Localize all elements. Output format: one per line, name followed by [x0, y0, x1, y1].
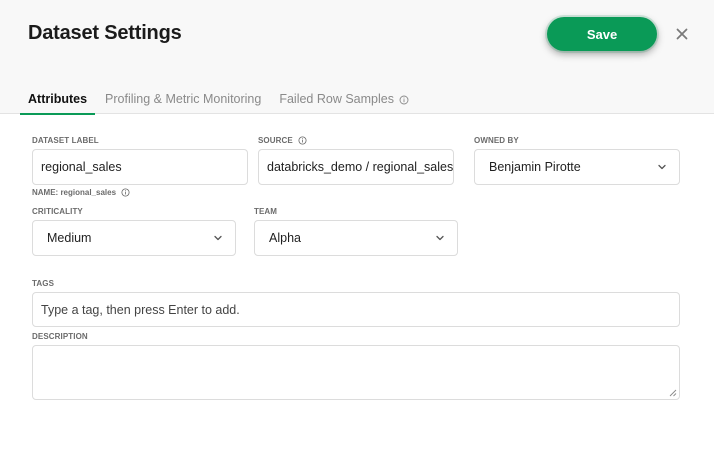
tags-placeholder: Type a tag, then press Enter to add. — [41, 302, 240, 317]
criticality-value: Medium — [47, 231, 92, 245]
tab-attributes[interactable]: Attributes — [20, 88, 96, 115]
info-icon — [298, 136, 307, 145]
tab-label: Attributes — [28, 92, 88, 106]
chevron-down-icon — [436, 235, 444, 241]
tab-label: Failed Row Samples — [279, 92, 394, 106]
dataset-label-input[interactable]: regional_sales — [32, 149, 248, 185]
dataset-label-value: regional_sales — [41, 160, 122, 174]
tags-input[interactable]: Type a tag, then press Enter to add. — [32, 292, 680, 327]
team-value: Alpha — [269, 231, 301, 245]
name-note-text: NAME: regional_sales — [32, 188, 117, 197]
close-icon[interactable] — [672, 24, 692, 44]
criticality-select[interactable]: Medium — [32, 220, 236, 256]
description-label: DESCRIPTION — [32, 332, 88, 341]
tags-label: TAGS — [32, 279, 55, 288]
tab-label: Profiling & Metric Monitoring — [105, 92, 262, 106]
chevron-down-icon — [214, 235, 222, 241]
team-label: TEAM — [254, 207, 278, 216]
dataset-label-label: DATASET LABEL — [32, 136, 99, 145]
resize-handle-icon[interactable] — [669, 389, 677, 397]
tab-profiling-metric-monitoring[interactable]: Profiling & Metric Monitoring — [105, 88, 261, 114]
save-button[interactable]: Save — [547, 17, 657, 51]
chevron-down-icon — [658, 164, 666, 170]
owned-by-label: OWNED BY — [474, 136, 519, 145]
info-icon — [399, 95, 409, 105]
owned-by-select[interactable]: Benjamin Pirotte — [474, 149, 680, 185]
tab-failed-row-samples[interactable]: Failed Row Samples — [279, 88, 409, 114]
name-note: NAME: regional_sales — [32, 188, 130, 197]
source-field[interactable]: databricks_demo / regional_sales — [258, 149, 454, 185]
source-label: SOURCE — [258, 136, 307, 145]
dialog-title: Dataset Settings — [28, 22, 182, 44]
info-icon — [121, 188, 130, 197]
source-label-text: SOURCE — [258, 136, 293, 145]
team-select[interactable]: Alpha — [254, 220, 458, 256]
source-value: databricks_demo / regional_sales — [267, 160, 453, 174]
tab-bar: Attributes Profiling & Metric Monitoring… — [20, 88, 427, 115]
criticality-label: CRITICALITY — [32, 207, 83, 216]
dialog-header: Dataset Settings Save Attributes Profili… — [0, 0, 714, 115]
description-textarea[interactable] — [32, 345, 680, 400]
owned-by-value: Benjamin Pirotte — [489, 160, 581, 174]
